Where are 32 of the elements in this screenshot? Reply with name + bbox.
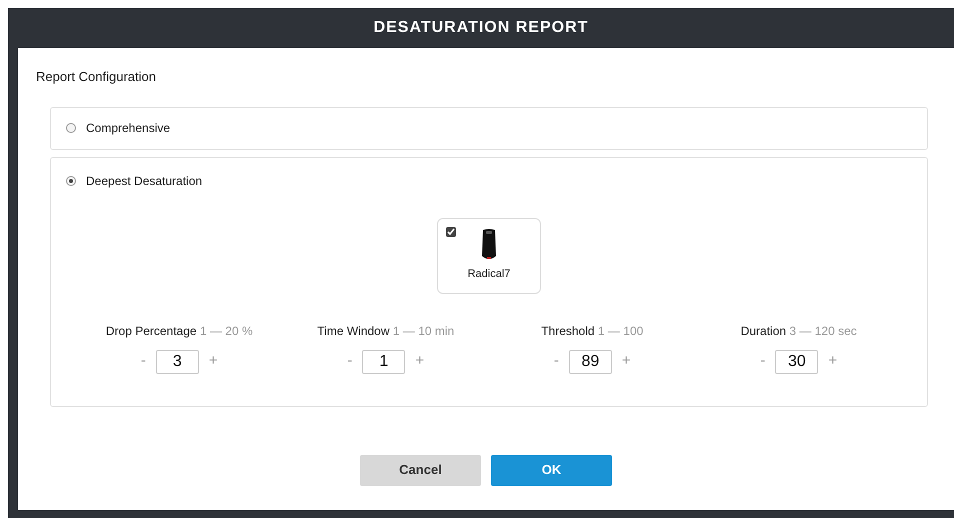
parameter-range: 1 — 20 % (200, 324, 253, 338)
parameter-range: 1 — 10 min (392, 324, 454, 338)
radio-button[interactable] (66, 123, 76, 133)
option-label: Comprehensive (86, 120, 170, 137)
increment-button[interactable]: + (206, 350, 220, 373)
parameter-label: Time Window (317, 324, 390, 338)
decrement-button[interactable]: - (345, 350, 354, 373)
increment-button[interactable]: + (413, 350, 426, 373)
parameter-label: Duration (740, 324, 786, 338)
window-title: DESATURATION REPORT (372, 18, 590, 38)
number-field[interactable]: 30 (775, 350, 818, 374)
number-field[interactable]: 3 (156, 350, 199, 374)
parameter-range: 3 — 120 sec (789, 324, 857, 338)
decrement-button[interactable]: - (138, 350, 148, 373)
decrement-button[interactable]: - (758, 350, 768, 373)
section-title: Report Configuration (36, 68, 157, 86)
number-field[interactable]: 89 (568, 350, 612, 374)
radio-button[interactable] (66, 176, 76, 186)
device-name: Radical7 (468, 267, 510, 282)
parameter-label: Drop Percentage (106, 324, 197, 338)
device-icon (480, 228, 498, 262)
parameter-range: 1 — 100 (598, 324, 644, 338)
number-field[interactable]: 1 (362, 350, 406, 374)
increment-button[interactable]: + (826, 350, 840, 373)
ok-button[interactable]: OK (491, 454, 612, 486)
parameter-label: Threshold (541, 324, 595, 338)
device-checkbox[interactable] (446, 226, 456, 236)
cancel-button[interactable]: Cancel (360, 454, 481, 486)
decrement-button[interactable]: - (552, 350, 561, 373)
option-label: Deepest Desaturation (86, 172, 202, 190)
device-card[interactable]: Radical7 (437, 218, 541, 294)
increment-button[interactable]: + (620, 350, 633, 373)
